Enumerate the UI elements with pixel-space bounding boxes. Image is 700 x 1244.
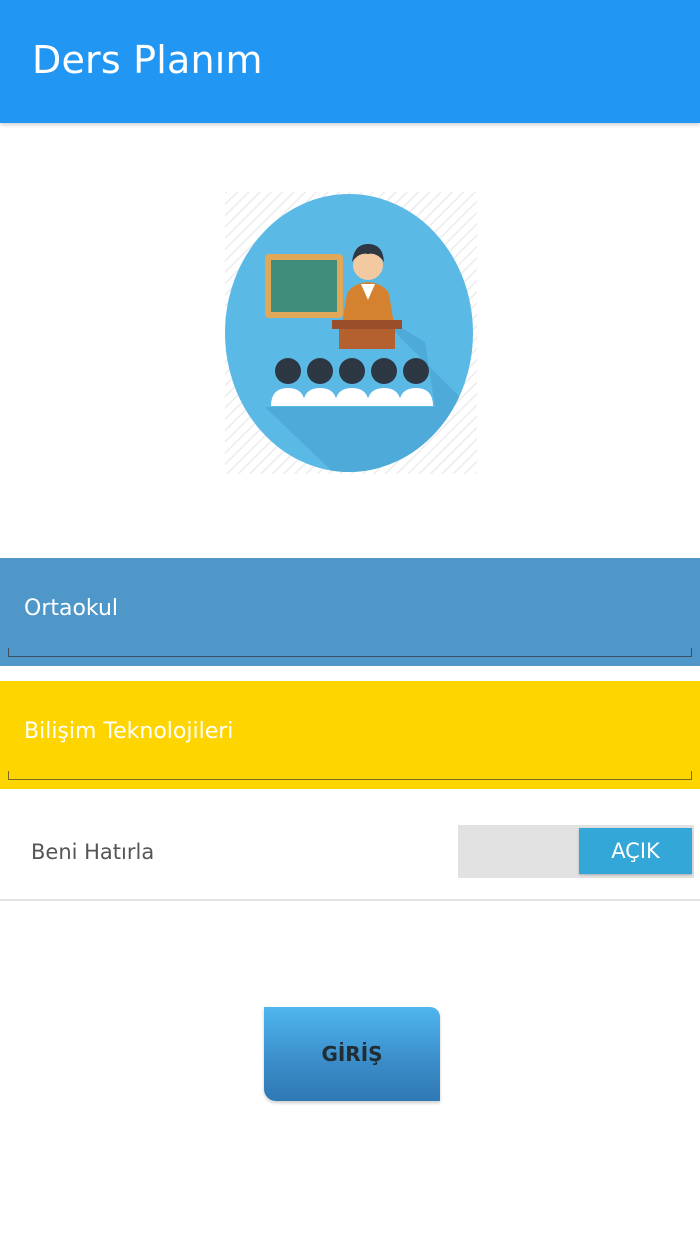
remember-me-label: Beni Hatırla	[31, 840, 155, 864]
login-button[interactable]: GİRİŞ	[264, 1007, 440, 1101]
school-level-dropdown[interactable]: Ortaokul	[0, 558, 700, 666]
app-title: Ders Planım	[32, 38, 263, 82]
dropdown-underline	[8, 648, 692, 657]
app-bar: Ders Planım	[0, 0, 700, 123]
teacher-classroom-icon	[225, 192, 477, 474]
school-level-value: Ortaokul	[24, 596, 119, 621]
remember-me-toggle[interactable]: AÇIK	[458, 825, 694, 878]
course-value: Bilişim Teknolojileri	[24, 719, 234, 744]
toggle-thumb: AÇIK	[579, 828, 692, 874]
dropdown-underline	[8, 771, 692, 780]
course-dropdown[interactable]: Bilişim Teknolojileri	[0, 681, 700, 789]
